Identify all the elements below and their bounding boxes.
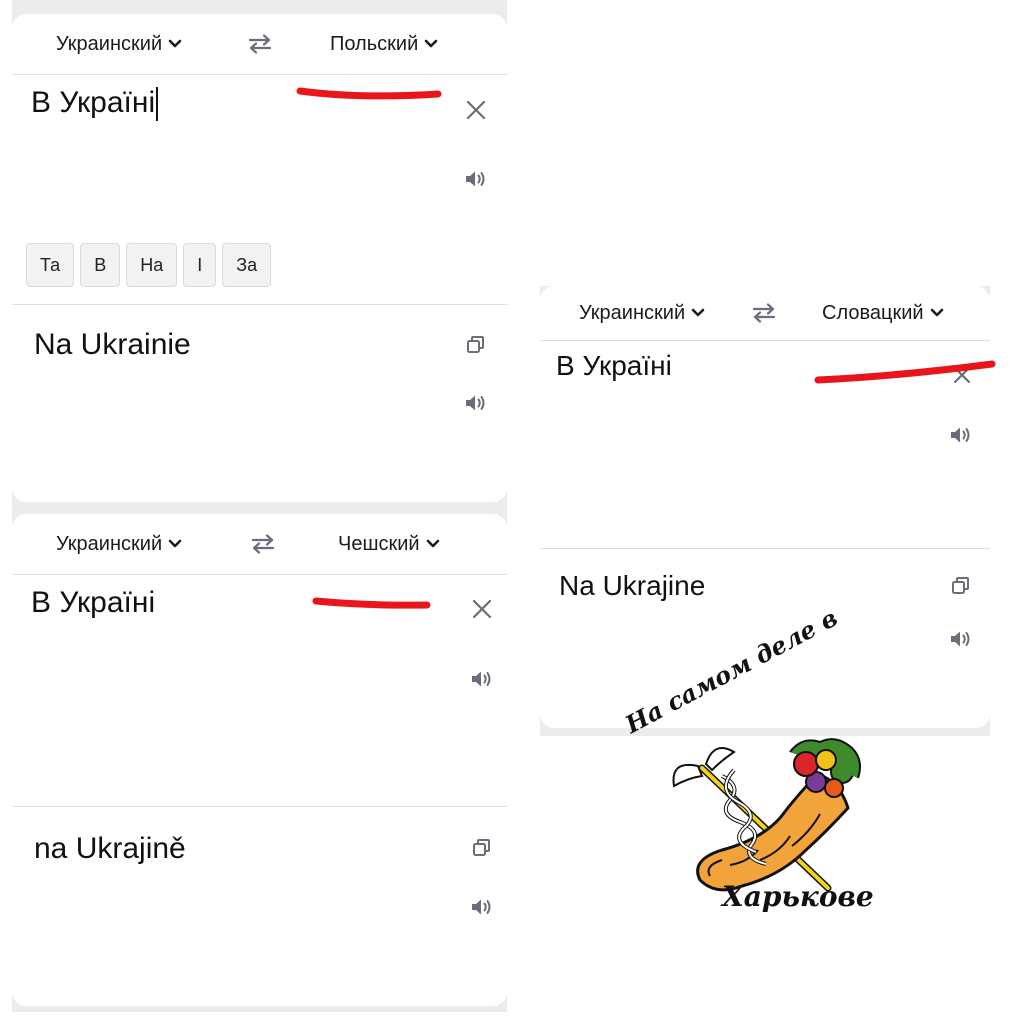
logo: На самом деле в Харькове	[620, 603, 890, 930]
logo-bottom-line: Харькове	[722, 880, 874, 913]
